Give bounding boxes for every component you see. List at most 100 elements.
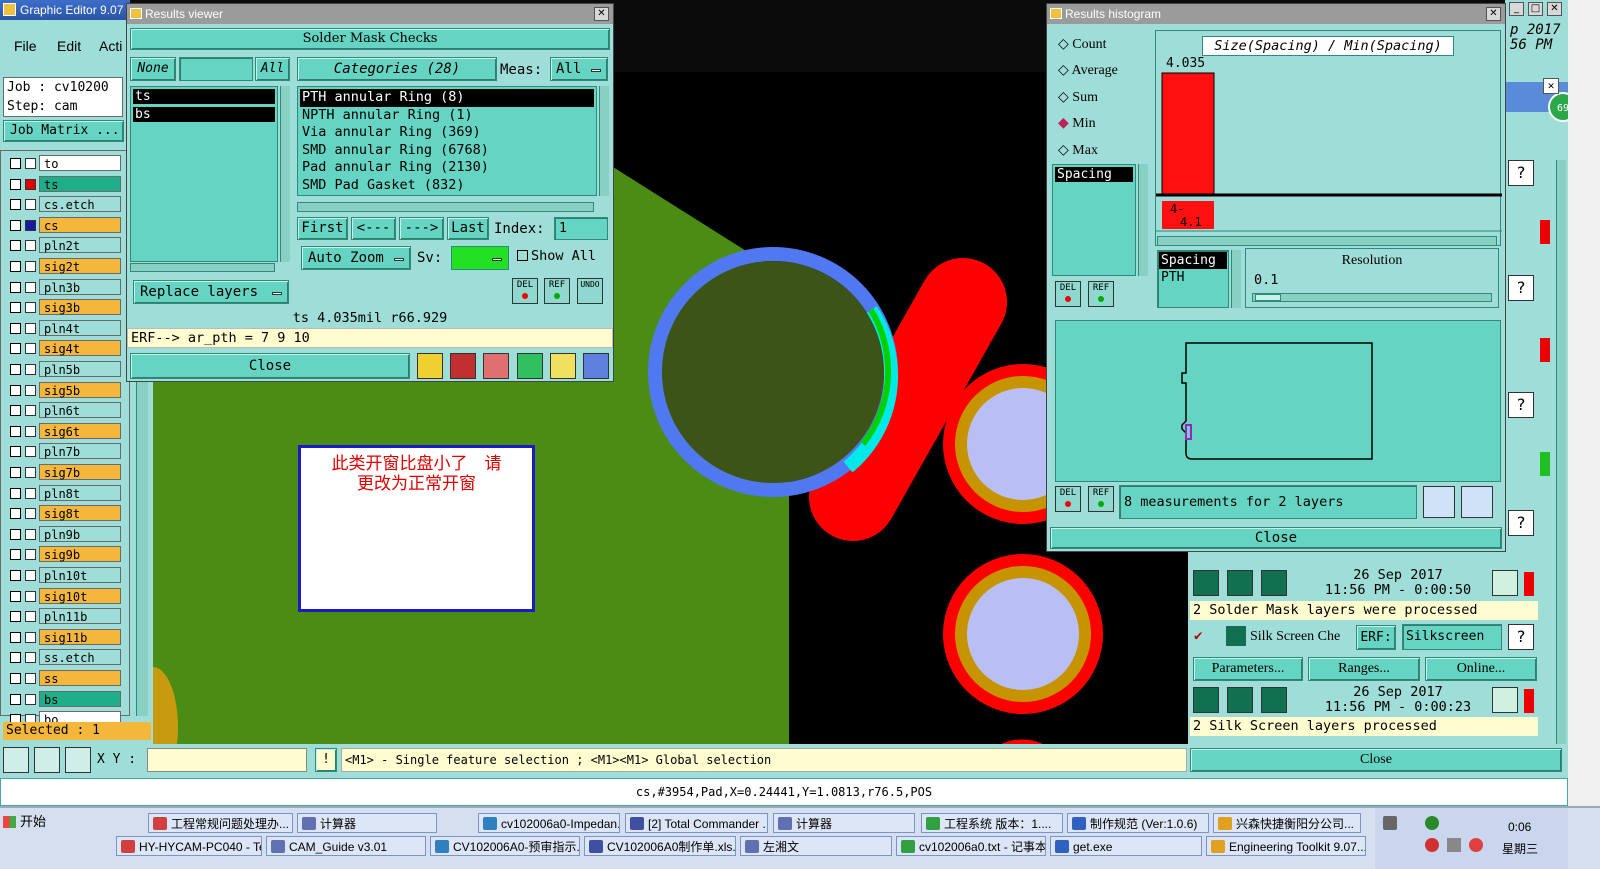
taskbar-row2-item[interactable]: CV102006A0制作单.xls... <box>584 836 736 856</box>
run-icon[interactable] <box>1227 570 1253 596</box>
help-button[interactable]: ? <box>1508 275 1534 301</box>
show-all-checkbox[interactable] <box>517 250 528 261</box>
mode-max[interactable]: ◇ Max <box>1058 142 1098 159</box>
taskbar-row2-item[interactable]: CV102006A0-预审指示.... <box>430 836 580 856</box>
meas-select[interactable]: All <box>550 57 608 81</box>
categories-hscroll[interactable] <box>297 202 594 212</box>
taskbar-row1-item[interactable]: 兴森快捷衡阳分公司... <box>1213 813 1361 833</box>
layer-row[interactable]: pln2t <box>7 236 123 254</box>
silk-check[interactable]: ✔ <box>1194 628 1202 644</box>
layer-row[interactable]: sig3b <box>7 298 123 316</box>
layer-checkbox[interactable] <box>10 446 21 458</box>
highlight-icon[interactable] <box>450 353 476 379</box>
help-button[interactable]: ? <box>1508 160 1534 186</box>
layer-checkbox[interactable] <box>10 158 21 169</box>
taskbar-row1-item[interactable]: [2] Total Commander ... <box>625 813 768 833</box>
layer-row[interactable]: pln5b <box>7 360 123 378</box>
hist-ref-button[interactable]: REF <box>1088 281 1114 307</box>
layer-checkbox[interactable] <box>10 425 21 437</box>
layer-row[interactable]: pln10t <box>7 566 123 584</box>
taskbar-row1-item[interactable]: 工程常规问题处理办... <box>148 813 293 833</box>
mode-average[interactable]: ◇ Average <box>1058 62 1118 79</box>
layer-row[interactable]: pln3b <box>7 278 123 296</box>
taskbar-row2-item[interactable]: cv102006a0.txt - 记事本 <box>896 836 1046 856</box>
prev-button[interactable]: <--- <box>351 217 396 240</box>
hist-list-scrollbar[interactable] <box>1138 164 1148 276</box>
zoom-result-icon[interactable] <box>1492 570 1518 596</box>
taskbar-row2-item[interactable]: get.exe <box>1050 836 1202 856</box>
online-button[interactable]: Online... <box>1425 657 1537 681</box>
taskbar-row1-item[interactable]: 计算器 <box>297 813 437 833</box>
xy-exclaim-button[interactable]: ! <box>315 748 337 772</box>
layer-checkbox[interactable] <box>10 631 21 643</box>
xy-input[interactable] <box>147 748 307 772</box>
layer-row[interactable]: sig9b <box>7 545 123 563</box>
measure-icon[interactable] <box>34 747 60 773</box>
layer-checkbox[interactable] <box>10 178 21 190</box>
viewer-layer-bs[interactable]: bs <box>133 107 275 122</box>
report-icon[interactable] <box>517 353 543 379</box>
viewer-layer-ts[interactable]: ts <box>133 89 275 104</box>
layer-checkbox[interactable] <box>10 384 21 396</box>
histogram-close-icon[interactable]: ✕ <box>1486 7 1501 21</box>
minimize-icon[interactable]: _ <box>1509 2 1524 16</box>
layer-checkbox[interactable] <box>10 364 21 375</box>
layer-checkbox[interactable] <box>10 528 21 540</box>
taskbar-row1-item[interactable]: 工程系统 版本：1.... <box>921 813 1063 833</box>
category-item[interactable]: Pad annular Ring (2130) <box>300 159 594 177</box>
layer-checkbox[interactable] <box>10 508 21 520</box>
category-item[interactable]: NPTH annular Ring (1) <box>300 107 594 125</box>
run-icon[interactable] <box>1261 687 1287 713</box>
menu-edit[interactable]: Edit <box>57 38 81 54</box>
layer-checkbox[interactable] <box>10 590 21 602</box>
taskbar-row1-item[interactable]: 制作规范 (Ver:1.0.6) <box>1067 813 1209 833</box>
mode-count[interactable]: ◇ Count <box>1058 36 1107 53</box>
notes-icon[interactable] <box>550 353 576 379</box>
taskbar-row2-item[interactable]: CAM_Guide v3.01 <box>266 836 426 856</box>
viewer-close-icon[interactable]: ✕ <box>594 7 609 21</box>
taskbar-row2-item[interactable]: Engineering Toolkit 9.07... <box>1206 836 1366 856</box>
layer-row[interactable]: pln9b <box>7 525 123 543</box>
all-button[interactable]: All <box>255 57 290 81</box>
layer-checkbox[interactable] <box>10 611 21 623</box>
layer-checkbox[interactable] <box>10 281 21 293</box>
help-button[interactable]: ? <box>1508 510 1534 536</box>
maximize-icon[interactable]: □ <box>1528 2 1543 16</box>
del-button[interactable]: DEL <box>512 278 538 304</box>
layer-row[interactable]: sig11b <box>7 628 123 646</box>
viewer-layer-scrollbar[interactable] <box>280 86 290 262</box>
layer-row[interactable]: sig5b <box>7 381 123 399</box>
layer-row[interactable]: sig8t <box>7 504 123 522</box>
run-icon[interactable] <box>1261 570 1287 596</box>
layer-row[interactable]: ss <box>7 669 123 687</box>
hist-list-item[interactable]: Spacing <box>1055 167 1133 182</box>
export-icon-2[interactable] <box>1461 486 1493 518</box>
mode-sum[interactable]: ◇ Sum <box>1058 89 1098 106</box>
layer-checkbox[interactable] <box>10 302 21 314</box>
grid-icon[interactable] <box>65 747 91 773</box>
layer-row[interactable]: sig7b <box>7 463 123 481</box>
hist-sel-item[interactable]: PTH <box>1159 269 1227 286</box>
replace-layers-select[interactable]: Replace layers <box>133 280 289 304</box>
layer-row[interactable]: sig10t <box>7 587 123 605</box>
mode-min[interactable]: ◆ Min <box>1058 115 1096 132</box>
category-item[interactable]: PTH annular Ring (8) <box>300 89 594 107</box>
erf-button[interactable]: ERF: <box>1356 625 1396 650</box>
layer-checkbox[interactable] <box>10 467 21 478</box>
layer-checkbox[interactable] <box>10 652 21 664</box>
chart-hscroll[interactable] <box>1157 236 1497 246</box>
hist-sel-item[interactable]: Spacing <box>1159 252 1227 269</box>
layer-row[interactable]: to <box>7 154 123 172</box>
sv-color-select[interactable] <box>451 246 509 270</box>
zoom-result-icon[interactable] <box>1492 687 1518 713</box>
taskbar-row1-item[interactable]: cv102006a0-Impedan... <box>478 813 620 833</box>
layer-row[interactable]: cs <box>7 216 123 234</box>
layer-checkbox[interactable] <box>10 549 21 561</box>
checklist-scrollbar[interactable] <box>1556 160 1566 744</box>
layer-row[interactable]: sig2t <box>7 257 123 275</box>
layer-checkbox[interactable] <box>10 199 21 211</box>
layer-row[interactable]: pln6t <box>7 401 123 419</box>
layer-row[interactable]: bs <box>7 690 123 708</box>
taskbar-row1-item[interactable]: 计算器 <box>773 813 915 833</box>
parameters-button[interactable]: Parameters... <box>1193 657 1303 681</box>
